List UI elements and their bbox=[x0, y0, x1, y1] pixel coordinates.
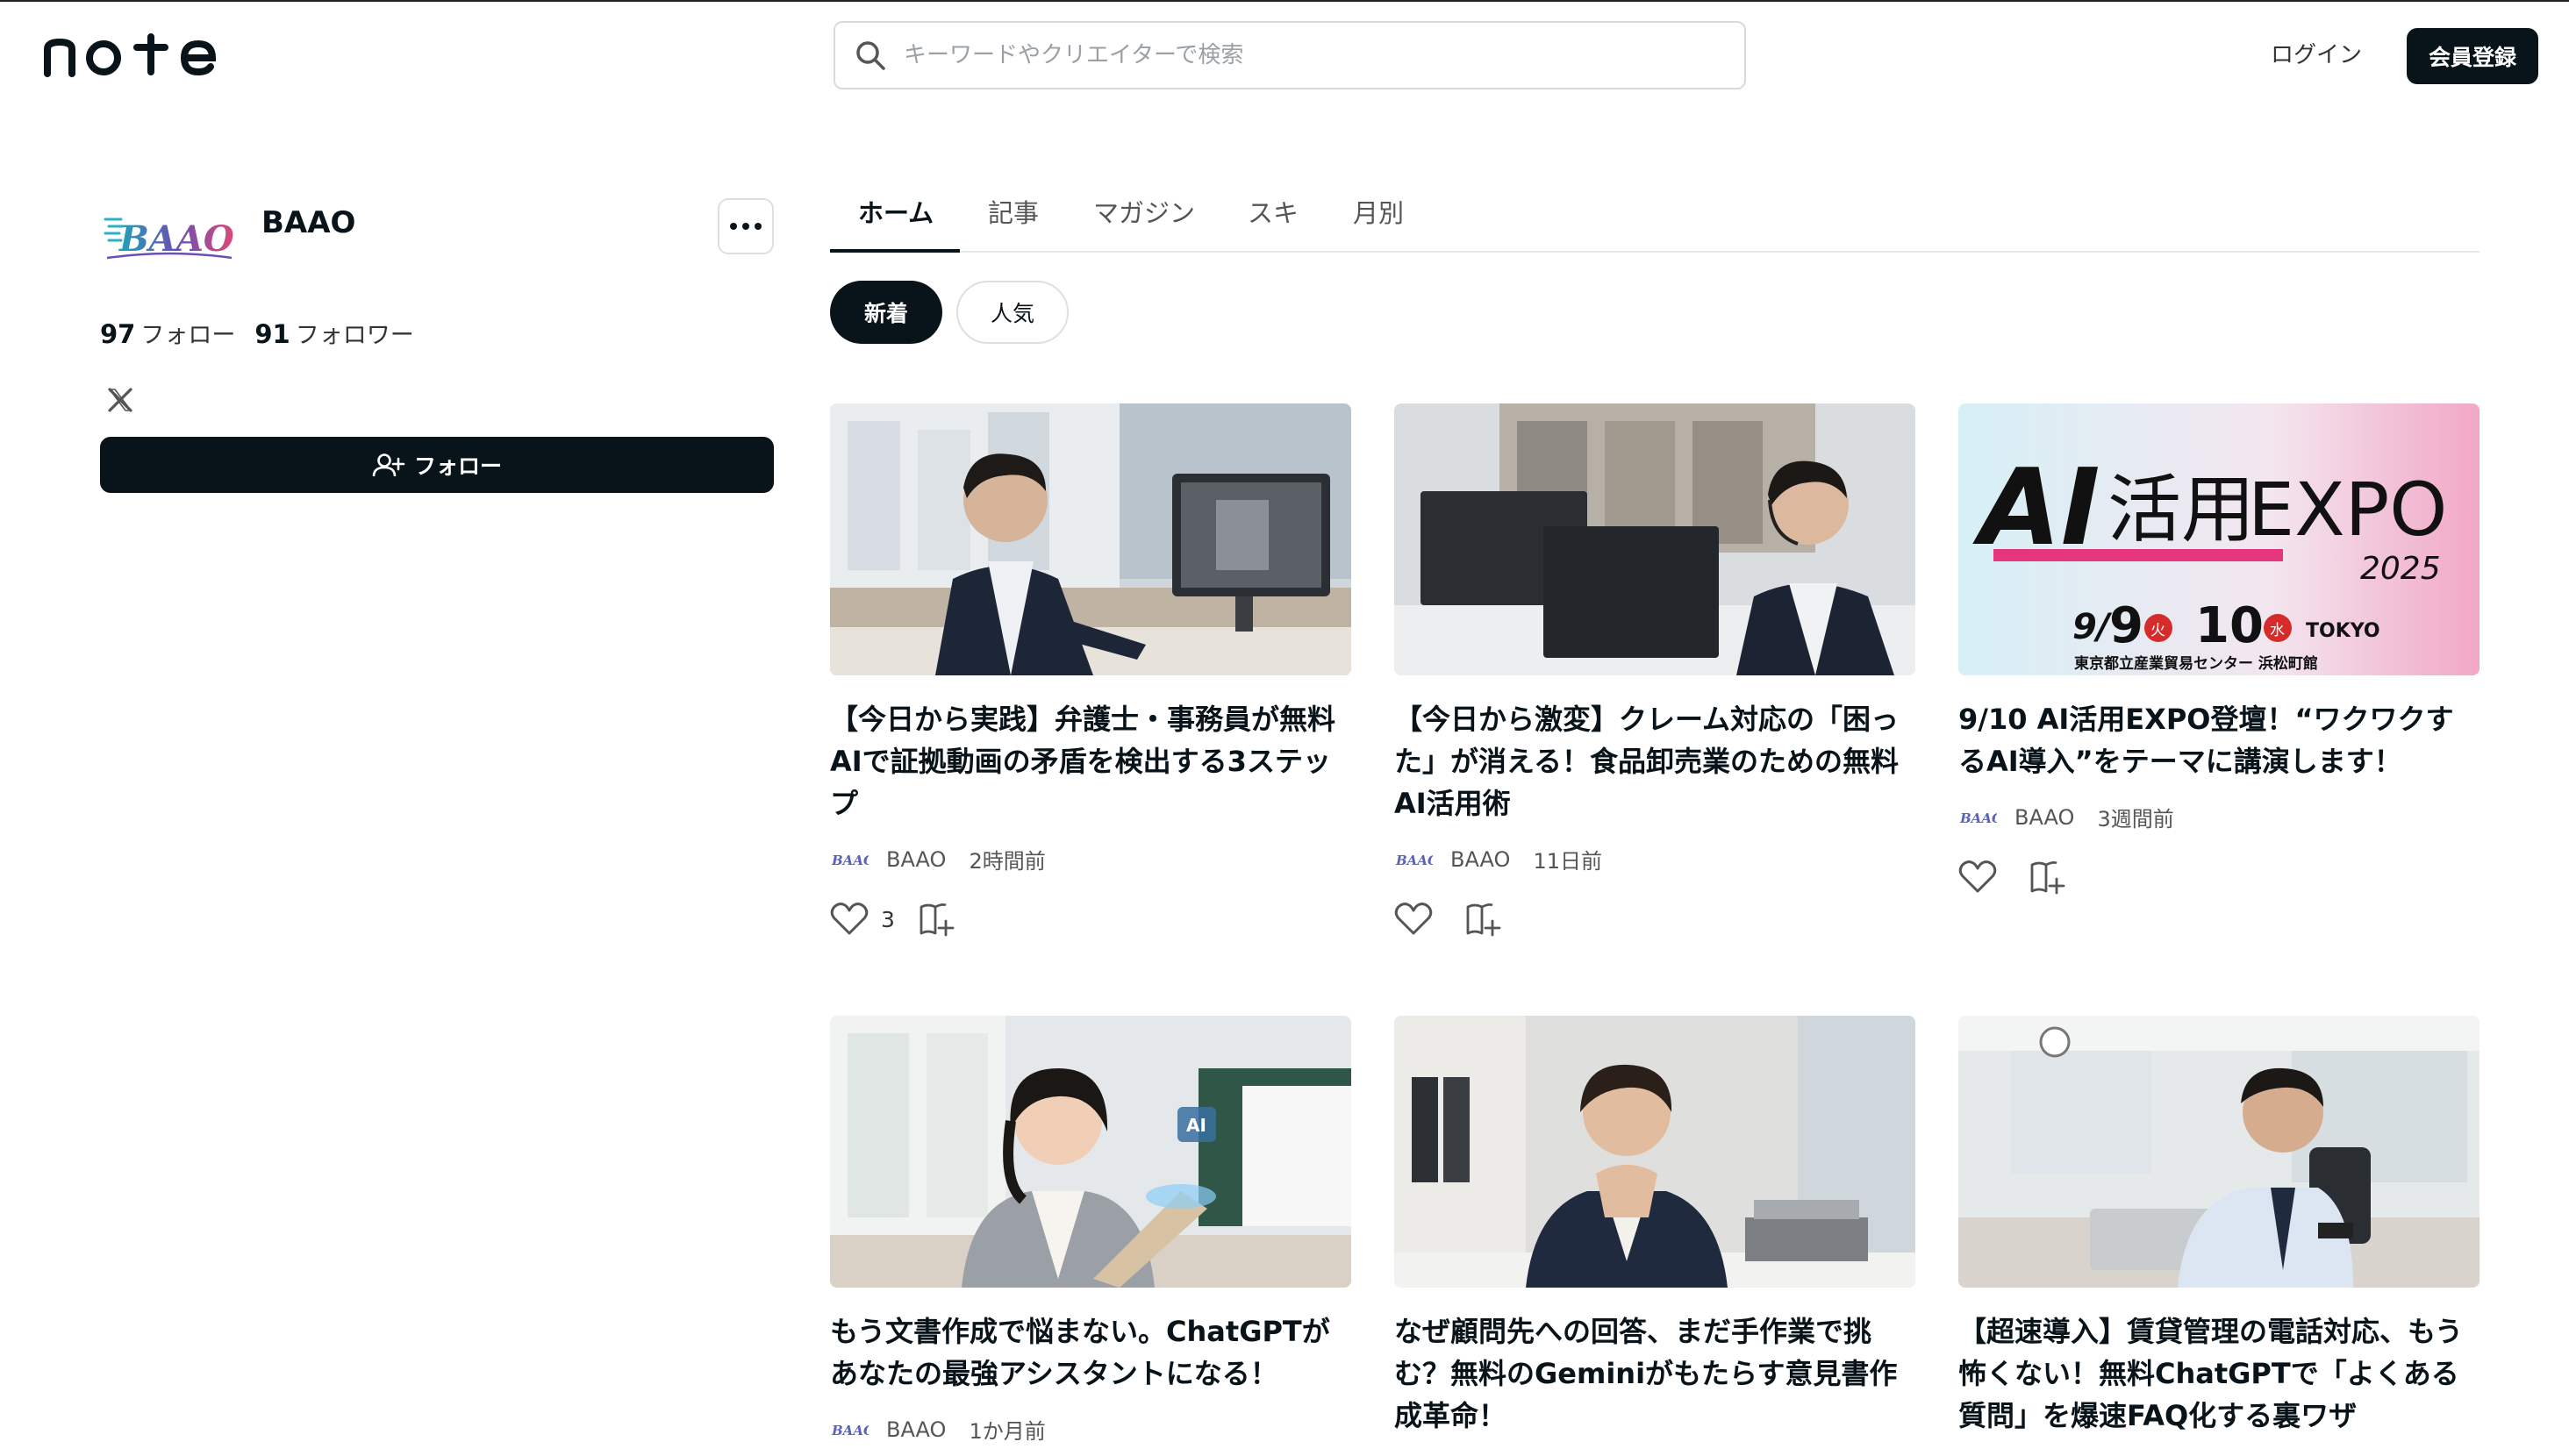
note-logo[interactable] bbox=[40, 30, 217, 77]
search-icon bbox=[856, 41, 885, 70]
x-logo-icon[interactable] bbox=[107, 386, 133, 421]
expo-weekday2: 水 bbox=[2270, 622, 2285, 639]
filter-new-button[interactable]: 新着 bbox=[830, 281, 942, 344]
article-meta: BAAO BAAO 11日前 bbox=[1394, 844, 1915, 874]
add-user-icon bbox=[372, 453, 405, 477]
article-author[interactable]: BAAO bbox=[1450, 847, 1510, 872]
filter-popular-button[interactable]: 人気 bbox=[956, 281, 1069, 344]
magazine-add-icon[interactable] bbox=[918, 900, 956, 939]
article-title[interactable]: 【超速導入】賃貸管理の電話対応、もう怖くない！無料ChatGPTで「よくある質問… bbox=[1958, 1310, 2480, 1437]
expo-venue: 東京都立産業貿易センター 浜松町館 bbox=[2074, 654, 2318, 673]
article-card[interactable]: 【今日から激変】クレーム対応の「困った」が消える！食品卸売業のための無料AI活用… bbox=[1394, 403, 1915, 939]
window-top-border bbox=[0, 0, 2569, 2]
heart-icon[interactable] bbox=[1394, 902, 1433, 937]
svg-text:BAAO: BAAO bbox=[1395, 853, 1433, 868]
article-card[interactable]: 【超速導入】賃貸管理の電話対応、もう怖くない！無料ChatGPTで「よくある質問… bbox=[1958, 1016, 2480, 1437]
signup-button[interactable]: 会員登録 bbox=[2407, 28, 2538, 84]
article-card[interactable]: なぜ顧問先への回答、まだ手作業で挑む？無料のGeminiがもたらす意見書作成革命… bbox=[1394, 1016, 1915, 1437]
more-options-button[interactable] bbox=[718, 198, 774, 254]
article-title[interactable]: 【今日から激変】クレーム対応の「困った」が消える！食品卸売業のための無料AI活用… bbox=[1394, 698, 1915, 824]
article-thumbnail[interactable] bbox=[830, 403, 1351, 675]
following-count[interactable]: 97 bbox=[100, 319, 135, 349]
magazine-add-icon[interactable] bbox=[2029, 858, 2067, 896]
svg-text:BAAO: BAAO bbox=[1959, 810, 1997, 826]
author-avatar[interactable]: BAAO bbox=[830, 850, 869, 869]
heart-icon[interactable] bbox=[1958, 860, 1997, 895]
profile-tabs: ホーム 記事 マガジン スキ 月別 bbox=[830, 188, 2480, 253]
follow-button-label: フォロー bbox=[413, 453, 502, 479]
magazine-add-icon[interactable] bbox=[1464, 900, 1503, 939]
expo-year: 2025 bbox=[2360, 551, 2441, 587]
article-card[interactable]: AI もう文書作成で悩まない。ChatGPTがあなたの最強アシスタントになる！ … bbox=[830, 1016, 1351, 1445]
article-author[interactable]: BAAO bbox=[886, 1417, 946, 1442]
expo-headline-jp: 活用 bbox=[2107, 467, 2255, 553]
search-input[interactable] bbox=[904, 42, 1728, 68]
article-time: 11日前 bbox=[1533, 849, 1602, 874]
article-author[interactable]: BAAO bbox=[886, 847, 946, 872]
follow-stats: 97 フォロー 91 フォロワー bbox=[100, 316, 433, 350]
expo-day1: 9 bbox=[2109, 597, 2143, 654]
expo-month: 9/ bbox=[2072, 607, 2113, 647]
article-time: 2時間前 bbox=[969, 849, 1046, 874]
author-avatar[interactable]: BAAO bbox=[1394, 850, 1433, 869]
followers-count[interactable]: 91 bbox=[254, 319, 290, 349]
article-author[interactable]: BAAO bbox=[2014, 805, 2074, 830]
search-bar[interactable] bbox=[834, 21, 1746, 89]
author-avatar[interactable]: BAAO bbox=[1958, 808, 1997, 827]
svg-text:BAAO: BAAO bbox=[831, 853, 869, 868]
article-title[interactable]: 9/10 AI活用EXPO登壇！“ワクワクするAI導入”をテーマに講演します！ bbox=[1958, 698, 2480, 782]
article-thumbnail[interactable] bbox=[1958, 1016, 2480, 1288]
tab-articles[interactable]: 記事 bbox=[988, 193, 1039, 251]
article-actions: 3 bbox=[830, 899, 1351, 939]
article-card[interactable]: 【今日から実践】弁護士・事務員が無料AIで証拠動画の矛盾を検出する3ステップ B… bbox=[830, 403, 1351, 939]
like-count: 3 bbox=[881, 906, 895, 932]
expo-headline-expo: EXPO bbox=[2248, 467, 2447, 553]
more-icon-dot bbox=[755, 223, 762, 230]
article-meta: BAAO BAAO 1か月前 bbox=[830, 1414, 1351, 1445]
article-thumbnail[interactable] bbox=[1394, 1016, 1915, 1288]
article-title[interactable]: もう文書作成で悩まない。ChatGPTがあなたの最強アシスタントになる！ bbox=[830, 1310, 1351, 1395]
expo-day2: 10 bbox=[2195, 597, 2264, 654]
expo-weekday1: 火 bbox=[2150, 622, 2165, 639]
article-meta: BAAO BAAO 2時間前 bbox=[830, 844, 1351, 874]
tab-home[interactable]: ホーム bbox=[858, 193, 934, 251]
more-icon-dot bbox=[730, 223, 737, 230]
article-time: 1か月前 bbox=[969, 1419, 1046, 1444]
follow-button[interactable]: フォロー bbox=[100, 437, 774, 493]
tab-monthly[interactable]: 月別 bbox=[1353, 193, 1404, 251]
article-time: 3週間前 bbox=[2097, 807, 2174, 831]
tab-likes[interactable]: スキ bbox=[1248, 193, 1299, 251]
profile-name[interactable]: BAAO bbox=[261, 205, 355, 240]
article-thumbnail[interactable] bbox=[1394, 403, 1915, 675]
active-tab-indicator bbox=[830, 249, 960, 253]
article-card[interactable]: AI 活用 EXPO 2025 9/ 9 火 10 水 TOKYO 東京都立産業… bbox=[1958, 403, 2480, 897]
author-avatar[interactable]: BAAO bbox=[830, 1420, 869, 1439]
followers-label[interactable]: フォロワー bbox=[296, 322, 414, 349]
avatar[interactable]: BAAO bbox=[100, 200, 240, 270]
article-thumbnail[interactable]: AI bbox=[830, 1016, 1351, 1288]
login-button[interactable]: ログイン bbox=[2255, 33, 2378, 77]
heart-icon[interactable] bbox=[830, 902, 869, 937]
svg-text:BAAO: BAAO bbox=[831, 1423, 869, 1438]
expo-city: TOKYO bbox=[2306, 620, 2380, 642]
ai-badge: AI bbox=[1186, 1115, 1206, 1136]
tab-magazine[interactable]: マガジン bbox=[1093, 193, 1195, 251]
article-meta: BAAO BAAO 3週間前 bbox=[1958, 802, 2480, 832]
more-icon-dot bbox=[742, 223, 749, 230]
article-actions bbox=[1394, 899, 1915, 939]
article-title[interactable]: なぜ顧問先への回答、まだ手作業で挑む？無料のGeminiがもたらす意見書作成革命… bbox=[1394, 1310, 1915, 1437]
following-label[interactable]: フォロー bbox=[140, 322, 235, 349]
article-thumbnail[interactable]: AI 活用 EXPO 2025 9/ 9 火 10 水 TOKYO 東京都立産業… bbox=[1958, 403, 2480, 675]
article-actions bbox=[1958, 857, 2480, 897]
article-title[interactable]: 【今日から実践】弁護士・事務員が無料AIで証拠動画の矛盾を検出する3ステップ bbox=[830, 698, 1351, 824]
